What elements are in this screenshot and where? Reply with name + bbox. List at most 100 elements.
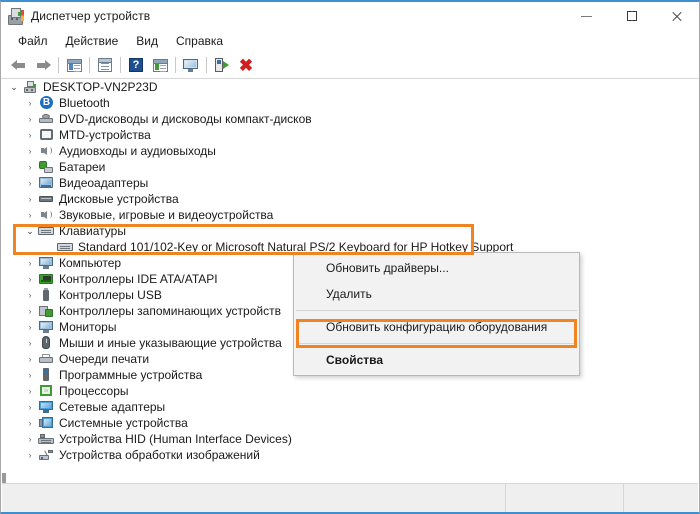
tree-item-label: Контроллеры IDE ATA/ATAPI <box>59 272 218 286</box>
tree-item-sound-video-game-controllers[interactable]: › Звуковые, игровые и видеоустройства <box>2 207 698 223</box>
toolbar: ? ✖ <box>1 52 699 79</box>
tree-item-hid-devices[interactable]: › Устройства HID (Human Interface Device… <box>2 431 698 447</box>
chevron-down-icon[interactable]: ⌄ <box>22 226 38 237</box>
forward-arrow-icon <box>35 59 51 71</box>
back-arrow-icon <box>11 59 27 71</box>
device-manager-icon <box>7 7 25 25</box>
toolbar-update-driver[interactable] <box>179 54 203 76</box>
tree-item-system-devices[interactable]: › Системные устройства <box>2 415 698 431</box>
chevron-right-icon[interactable]: › <box>22 450 38 460</box>
chevron-right-icon[interactable]: › <box>22 354 38 364</box>
chevron-right-icon[interactable]: › <box>22 194 38 204</box>
status-pane-3 <box>624 484 698 512</box>
context-menu: Обновить драйверы... Удалить Обновить ко… <box>293 252 580 376</box>
toolbar-back[interactable] <box>7 54 31 76</box>
chevron-right-icon[interactable]: › <box>22 370 38 380</box>
tree-item-label: Устройства HID (Human Interface Devices) <box>59 432 292 446</box>
chevron-right-icon[interactable]: › <box>22 210 38 220</box>
status-pane-1 <box>2 484 506 512</box>
tree-item-label: Дисковые устройства <box>59 192 179 206</box>
chevron-right-icon[interactable]: › <box>22 98 38 108</box>
chevron-right-icon[interactable]: › <box>22 274 38 284</box>
usb-controller-icon <box>38 288 54 302</box>
toolbar-scan-hardware[interactable] <box>210 54 234 76</box>
tree-item-batteries[interactable]: › Батареи <box>2 159 698 175</box>
tree-item-label: Мониторы <box>59 320 117 334</box>
tree-item-label: Аудиовходы и аудиовыходы <box>59 144 216 158</box>
minimize-button[interactable] <box>564 2 609 30</box>
tree-item-network-adapters[interactable]: › Сетевые адаптеры <box>2 399 698 415</box>
computer-icon <box>22 80 38 94</box>
tree-item-audio-inputs-outputs[interactable]: › Аудиовходы и аудиовыходы <box>2 143 698 159</box>
toolbar-separator <box>58 57 59 73</box>
ctx-scan-hardware-changes[interactable]: Обновить конфигурацию оборудования <box>294 314 579 340</box>
ctx-properties[interactable]: Свойства <box>294 347 579 373</box>
tree-item-processors[interactable]: › Процессоры <box>2 383 698 399</box>
hid-device-icon <box>38 432 54 446</box>
chevron-right-icon[interactable]: › <box>22 258 38 268</box>
chevron-right-icon[interactable]: › <box>22 162 38 172</box>
ide-controller-icon <box>38 272 54 286</box>
imaging-device-icon <box>38 448 54 462</box>
toolbar-scan-view[interactable] <box>148 54 172 76</box>
toolbar-help[interactable]: ? <box>124 54 148 76</box>
chevron-down-icon[interactable]: ⌄ <box>6 82 22 93</box>
minimize-icon <box>581 15 592 17</box>
display-adapter-icon <box>38 176 54 190</box>
tree-item-display-adapters[interactable]: › Видеоадаптеры <box>2 175 698 191</box>
chevron-right-icon[interactable]: › <box>22 322 38 332</box>
ctx-uninstall[interactable]: Удалить <box>294 281 579 307</box>
menu-help[interactable]: Справка <box>167 32 232 50</box>
update-driver-icon <box>183 58 199 72</box>
window-controls <box>564 2 699 30</box>
menu-action[interactable]: Действие <box>57 32 128 50</box>
chevron-right-icon[interactable]: › <box>22 402 38 412</box>
close-button[interactable] <box>654 2 699 30</box>
chevron-right-icon[interactable]: › <box>22 306 38 316</box>
software-device-icon <box>38 368 54 382</box>
toolbar-separator <box>206 57 207 73</box>
tree-item-label: Программные устройства <box>59 368 203 382</box>
toolbar-console-tree[interactable] <box>62 54 86 76</box>
tree-item-disk-drives[interactable]: › Дисковые устройства <box>2 191 698 207</box>
scrollbar-thumb[interactable] <box>2 473 6 483</box>
mouse-icon <box>38 336 54 350</box>
tree-item-bluetooth[interactable]: › B Bluetooth <box>2 95 698 111</box>
status-bar <box>2 483 698 512</box>
chevron-right-icon[interactable]: › <box>22 290 38 300</box>
chevron-right-icon[interactable]: › <box>22 130 38 140</box>
ctx-update-drivers[interactable]: Обновить драйверы... <box>294 255 579 281</box>
chevron-right-icon[interactable]: › <box>22 146 38 156</box>
tree-item-mtd-devices[interactable]: › MTD-устройства <box>2 127 698 143</box>
chevron-right-icon[interactable]: › <box>22 178 38 188</box>
tree-item-label: Сетевые адаптеры <box>59 400 166 414</box>
chevron-right-icon[interactable]: › <box>22 338 38 348</box>
processor-icon <box>38 384 54 398</box>
mtd-device-icon <box>38 128 54 142</box>
tree-item-label: Мыши и иные указывающие устройства <box>59 336 282 350</box>
toolbar-forward[interactable] <box>31 54 55 76</box>
context-menu-separator <box>296 310 577 311</box>
disable-device-icon: ✖ <box>238 55 254 75</box>
audio-io-icon <box>38 144 54 158</box>
tree-item-keyboards[interactable]: ⌄ Клавиатуры <box>2 223 698 239</box>
menu-bar: Файл Действие Вид Справка <box>1 30 699 52</box>
sound-video-game-icon <box>38 208 54 222</box>
tree-root-node[interactable]: ⌄ DESKTOP-VN2P23D <box>2 79 698 95</box>
toolbar-separator <box>89 57 90 73</box>
toolbar-properties[interactable] <box>93 54 117 76</box>
toolbar-disable-device[interactable]: ✖ <box>234 54 258 76</box>
tree-item-label: MTD-устройства <box>59 128 151 142</box>
chevron-right-icon[interactable]: › <box>22 418 38 428</box>
chevron-right-icon[interactable]: › <box>22 114 38 124</box>
tree-item-dvd-drives[interactable]: › DVD-дисководы и дисководы компакт-диск… <box>2 111 698 127</box>
menu-view[interactable]: Вид <box>127 32 167 50</box>
maximize-button[interactable] <box>609 2 654 30</box>
chevron-right-icon[interactable]: › <box>22 386 38 396</box>
properties-icon <box>98 58 112 72</box>
tree-item-label: Батареи <box>59 160 106 174</box>
menu-file[interactable]: Файл <box>9 32 57 50</box>
tree-item-imaging-devices[interactable]: › Устройства обработки изображений <box>2 447 698 463</box>
tree-item-label: Устройства обработки изображений <box>59 448 260 462</box>
chevron-right-icon[interactable]: › <box>22 434 38 444</box>
